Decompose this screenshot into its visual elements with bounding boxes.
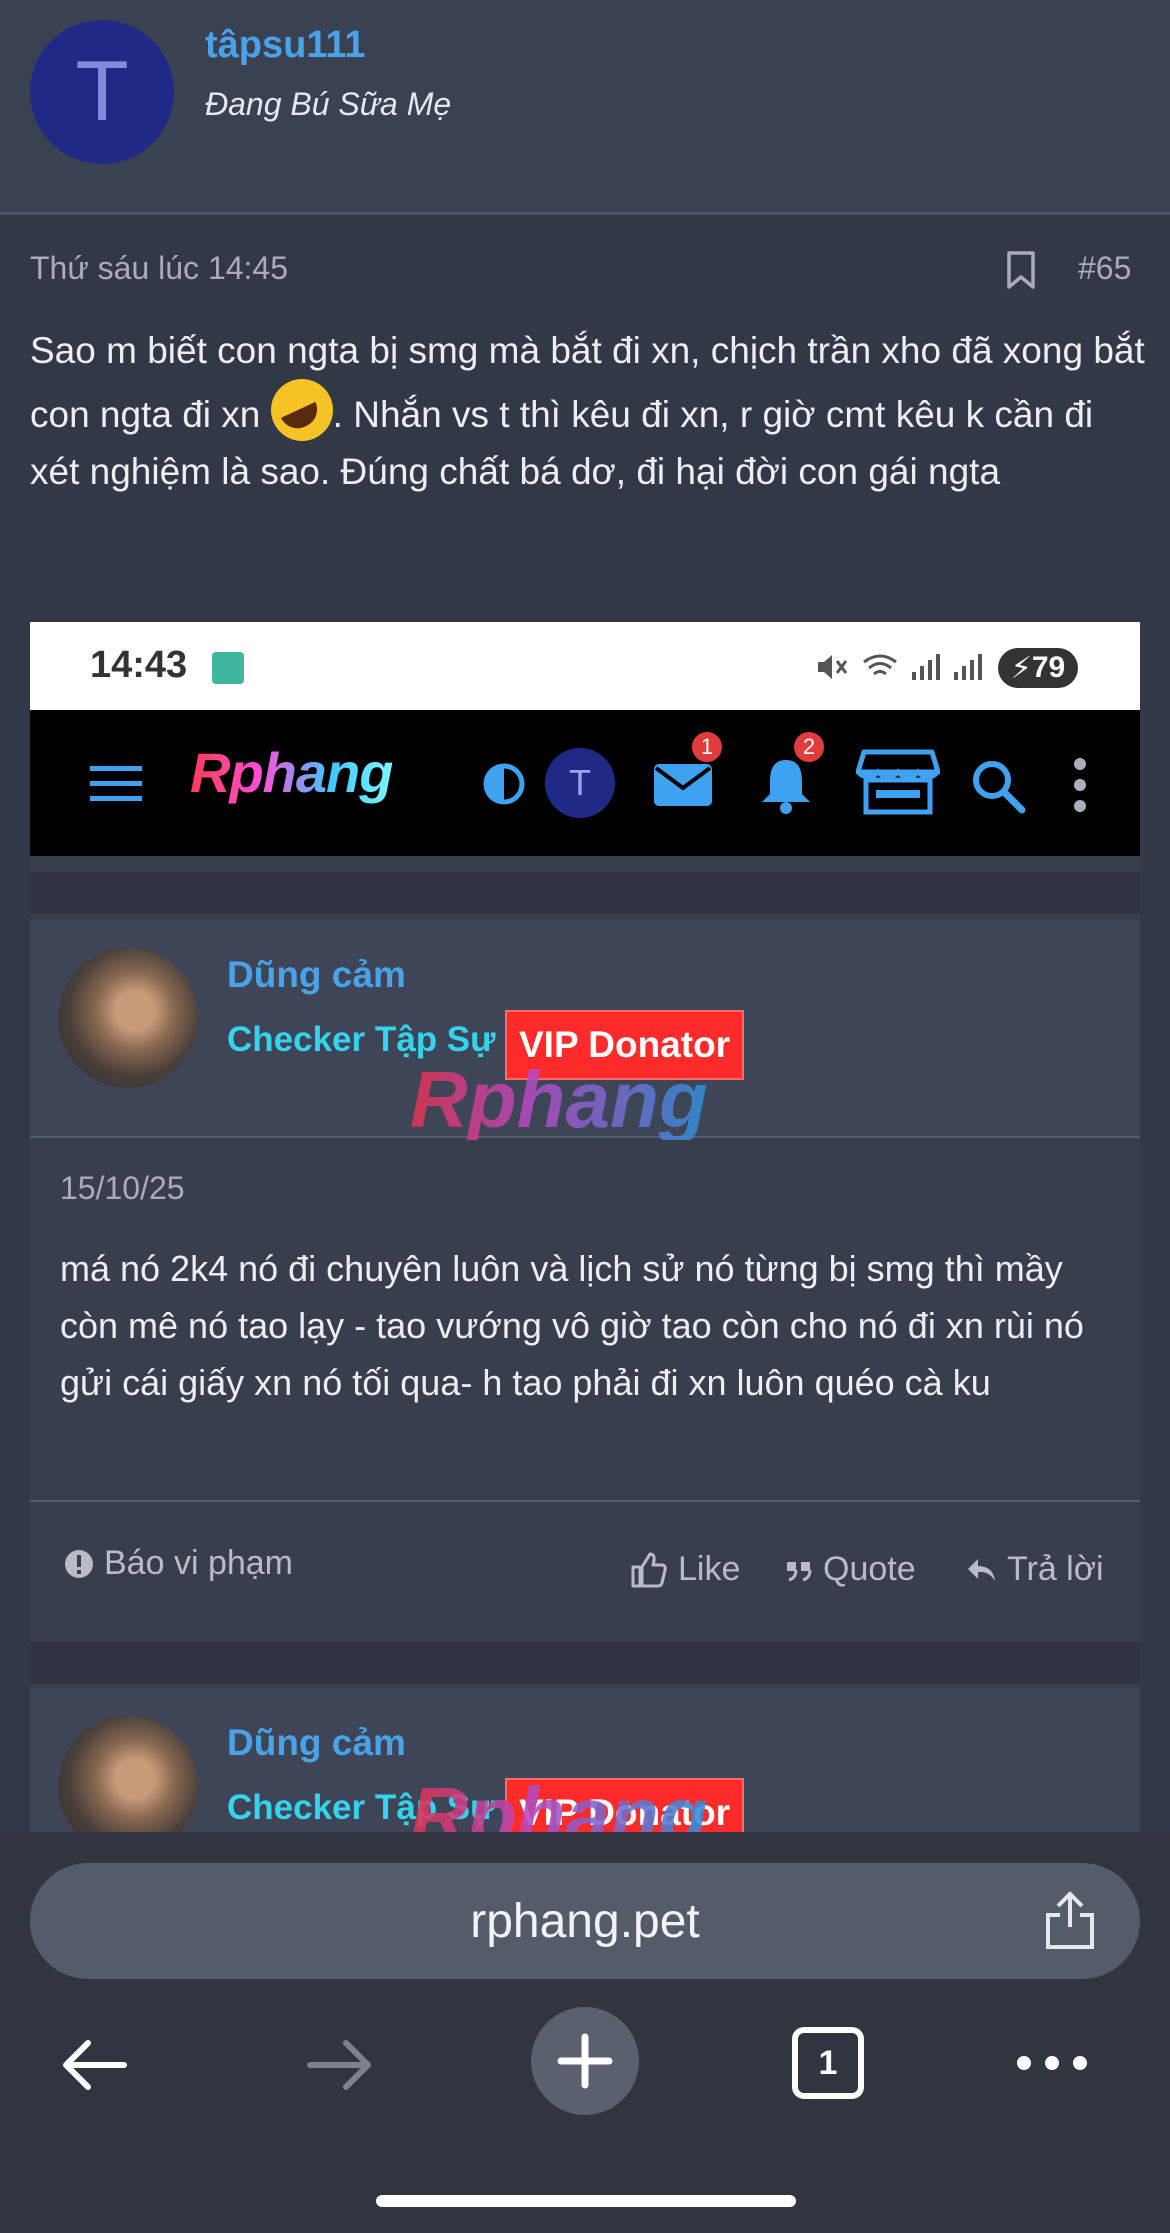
- member-avatar[interactable]: [58, 1716, 198, 1832]
- plus-icon: [557, 2033, 613, 2089]
- phone-status-bar: 14:43 ⚡ 79: [30, 622, 1140, 710]
- watermark-logo: Rphang: [410, 1055, 708, 1144]
- post-date[interactable]: Thứ sáu lúc 14:45: [30, 250, 288, 287]
- nav-user-avatar[interactable]: T: [545, 748, 615, 818]
- battery-indicator: ⚡ 79: [998, 648, 1078, 688]
- more-options-icon[interactable]: [1016, 2053, 1088, 2073]
- wifi-icon: [863, 654, 897, 676]
- user-title: Đang Bú Sữa Mẹ: [205, 86, 452, 122]
- theme-toggle-icon[interactable]: [482, 762, 526, 806]
- attached-screenshot[interactable]: 14:43 ⚡ 79 Rphang T 1 2 Dũng cảm Checker…: [30, 622, 1140, 1832]
- address-bar[interactable]: rphang.pet: [30, 1863, 1140, 1979]
- like-label: Like: [678, 1550, 741, 1588]
- quote-button[interactable]: Quote: [785, 1550, 916, 1589]
- signal-icon: [912, 654, 940, 680]
- search-icon[interactable]: [970, 758, 1026, 814]
- user-avatar[interactable]: T: [30, 20, 174, 164]
- status-time: 14:43: [90, 644, 188, 686]
- browser-toolbar: rphang.pet 1: [0, 1835, 1170, 2233]
- home-indicator[interactable]: [376, 2195, 796, 2207]
- battery-level: 79: [1031, 651, 1066, 684]
- message-text: má nó 2k4 nó đi chuyên luôn và lịch sử n…: [60, 1248, 1084, 1403]
- quote-label: Quote: [823, 1550, 916, 1588]
- reply-button[interactable]: Trả lời: [965, 1550, 1104, 1589]
- post-body: Sao m biết con ngta bị smg mà bắt đi xn,…: [30, 322, 1150, 500]
- tabs-button[interactable]: 1: [792, 2027, 864, 2099]
- message-body: 15/10/25 má nó 2k4 nó đi chuyên luôn và …: [30, 1140, 1140, 1470]
- separator: [30, 1642, 1140, 1684]
- site-logo[interactable]: Rphang: [190, 740, 393, 805]
- tab-count: 1: [818, 2043, 838, 2082]
- member-name-link[interactable]: Dũng cảm: [227, 954, 406, 996]
- message-actions: Báo vi phạm Like Quote Trả lời: [30, 1502, 1140, 1642]
- report-button[interactable]: Báo vi phạm: [64, 1544, 293, 1583]
- thumbs-up-icon: [631, 1552, 667, 1587]
- username-link[interactable]: tâpsu111: [205, 24, 366, 67]
- hamburger-menu-icon[interactable]: [88, 760, 144, 808]
- user-header: T tâpsu111 Đang Bú Sữa Mẹ: [0, 0, 1170, 215]
- member-name-link[interactable]: Dũng cảm: [227, 1722, 406, 1764]
- watermark-logo: Rphang: [410, 1770, 708, 1832]
- report-label: Báo vi phạm: [104, 1544, 293, 1582]
- mail-icon[interactable]: [652, 762, 714, 808]
- quote-icon: [787, 1561, 812, 1581]
- signal-icon-2: [954, 654, 982, 680]
- forward-arrow-icon[interactable]: [304, 2035, 376, 2095]
- back-arrow-icon[interactable]: [58, 2035, 130, 2095]
- alert-icon: [65, 1549, 93, 1578]
- site-navbar: Rphang T 1 2: [30, 710, 1140, 856]
- new-tab-button[interactable]: [531, 2007, 639, 2115]
- more-vertical-icon[interactable]: [1072, 758, 1088, 812]
- reply-icon: [968, 1558, 995, 1581]
- message-header: Dũng cảm Checker Tập Sự VIP Donator Rpha…: [30, 1688, 1140, 1832]
- post-number-link[interactable]: #65: [1078, 250, 1131, 287]
- member-avatar[interactable]: [58, 948, 198, 1088]
- url-text[interactable]: rphang.pet: [30, 1863, 1140, 1979]
- share-icon[interactable]: [1042, 1891, 1098, 1951]
- bookmark-icon[interactable]: [1005, 250, 1037, 290]
- rofl-emoji-icon: [270, 379, 333, 441]
- reply-label: Trả lời: [1007, 1550, 1104, 1588]
- separator: [30, 872, 1140, 914]
- bell-badge: 2: [792, 730, 826, 764]
- like-button[interactable]: Like: [630, 1550, 740, 1589]
- store-icon[interactable]: [856, 748, 940, 816]
- mute-icon: [818, 655, 848, 679]
- message-header: Dũng cảm Checker Tập Sự VIP Donator Rpha…: [30, 920, 1140, 1144]
- message-date[interactable]: 15/10/25: [60, 1170, 185, 1207]
- app-notification-icon: [212, 652, 244, 684]
- mail-badge: 1: [690, 730, 724, 764]
